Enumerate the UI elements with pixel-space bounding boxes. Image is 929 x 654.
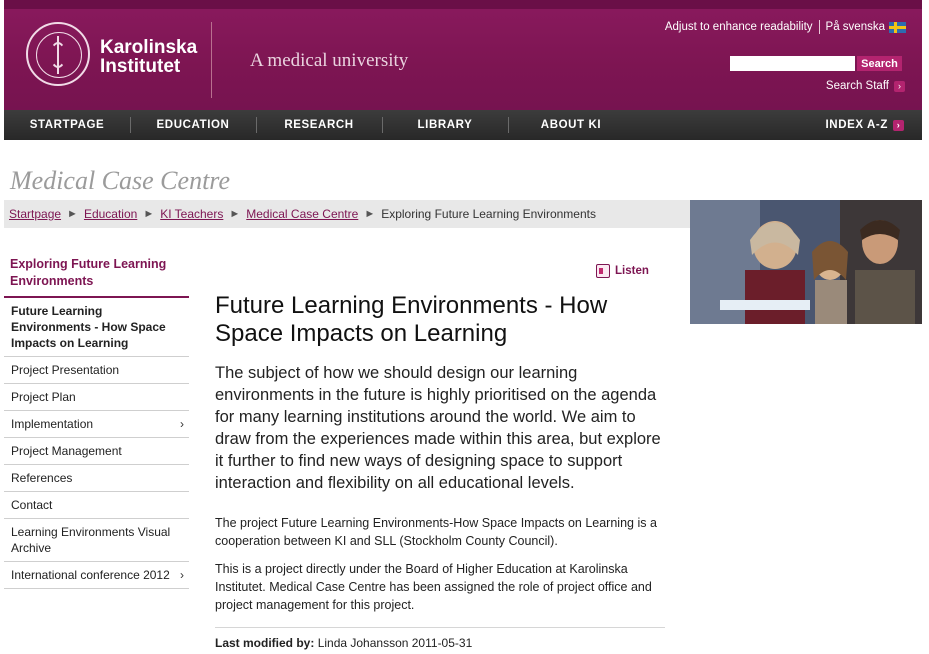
chevron-right-icon: › [180,417,184,431]
sidebar-item-label: References [11,471,73,485]
breadcrumb-current: Exploring Future Learning Environments [381,207,596,221]
sidebar-item-visual-archive[interactable]: Learning Environments Visual Archive [4,519,189,562]
search-staff-link[interactable]: Search Staff › [826,80,905,92]
breadcrumb-medical-case-centre[interactable]: Medical Case Centre [246,200,358,228]
nav-index-label: INDEX A-Z [825,119,888,131]
sidebar-item-label: Implementation [11,417,94,431]
link-separator [818,20,820,34]
nav-research[interactable]: RESEARCH [256,110,382,140]
arrow-right-icon: › [894,80,905,92]
sidebar-item-future-learning[interactable]: Future Learning Environments - How Space… [4,298,189,357]
nav-startpage[interactable]: STARTPAGE [4,110,130,140]
sidebar-heading[interactable]: Exploring Future Learning Environments [4,254,189,298]
main-content: Future Learning Environments - How Space… [215,292,665,650]
sidebar-item-label: Project Plan [11,390,76,404]
swedish-flag-icon[interactable] [889,21,906,33]
header-top-strip [4,0,922,9]
breadcrumb: Startpage ► Education ► KI Teachers ► Me… [4,200,690,228]
nav-index-a-z[interactable]: INDEX A-Z › [826,110,904,140]
site-header: Karolinska Institutet A medical universi… [4,0,922,110]
breadcrumb-ki-teachers[interactable]: KI Teachers [160,200,223,228]
breadcrumb-startpage[interactable]: Startpage [9,200,61,228]
header-photo [690,200,922,324]
intro-paragraph: The subject of how we should design our … [215,364,661,492]
sidebar-item-contact[interactable]: Contact [4,492,189,519]
sidebar-item-label: Project Presentation [11,363,120,377]
sidebar-item-project-presentation[interactable]: Project Presentation [4,357,189,384]
chevron-right-icon: ► [229,208,241,220]
search-staff-label: Search Staff [825,80,889,92]
ki-seal-logo[interactable] [26,22,90,86]
last-modified: Last modified by: Linda Johansson 2011-0… [215,636,665,650]
nav-education[interactable]: EDUCATION [130,110,256,140]
sidebar-item-project-plan[interactable]: Project Plan [4,384,189,411]
sidebar-item-label: Contact [11,498,53,512]
chevron-right-icon: ► [143,208,155,220]
listen-button[interactable]: Listen [596,264,649,278]
sidebar-item-references[interactable]: References [4,465,189,492]
top-links: Adjust to enhance readability På svenska [665,20,906,34]
content-divider [215,627,665,628]
chevron-right-icon: ► [364,208,376,220]
logo-line-1: Karolinska [100,37,198,58]
listen-label: Listen [615,265,649,277]
sidebar-item-project-management[interactable]: Project Management [4,438,189,465]
page-title: Future Learning Environments - How Space… [215,292,608,347]
chevron-right-icon: › [180,568,184,582]
logo-line-2: Institutet [100,56,181,77]
sidebar-item-international-conference[interactable]: International conference 2012 › [4,562,189,589]
tagline: A medical university [250,50,409,71]
body-paragraph-1: The project Future Learning Environments… [215,516,657,548]
search-input[interactable] [730,56,855,71]
chevron-right-icon: ► [67,208,78,220]
sidebar-item-label: Learning Environments Visual Archive [11,525,171,555]
nav-library[interactable]: LIBRARY [382,110,508,140]
speaker-icon [596,264,610,278]
nav-about-ki[interactable]: ABOUT KI [508,110,634,140]
arrow-right-icon: › [893,119,904,131]
last-modified-label: Last modified by: [215,636,315,650]
breadcrumb-education[interactable]: Education [84,200,137,228]
search-button[interactable]: Search [857,56,902,71]
seal-snake-mark [50,42,66,68]
body-paragraph-2: This is a project directly under the Boa… [215,562,652,612]
sidebar-menu: Future Learning Environments - How Space… [4,298,189,589]
sidebar-item-label: Future Learning Environments - How Space… [11,304,166,350]
readability-link[interactable]: Adjust to enhance readability [665,21,813,33]
main-nav: STARTPAGE EDUCATION RESEARCH LIBRARY ABO… [4,110,922,140]
logo-wordmark[interactable]: Karolinska Institutet [100,38,197,76]
sidebar-item-label: Project Management [11,444,122,458]
header-divider [211,22,212,98]
section-title[interactable]: Medical Case Centre [10,166,230,196]
sidebar-item-label: International conference 2012 [11,568,170,582]
last-modified-value: Linda Johansson 2011-05-31 [317,636,473,650]
people-photo-illustration [690,200,922,324]
language-link[interactable]: På svenska [826,21,885,33]
sidebar-item-implementation[interactable]: Implementation › [4,411,189,438]
